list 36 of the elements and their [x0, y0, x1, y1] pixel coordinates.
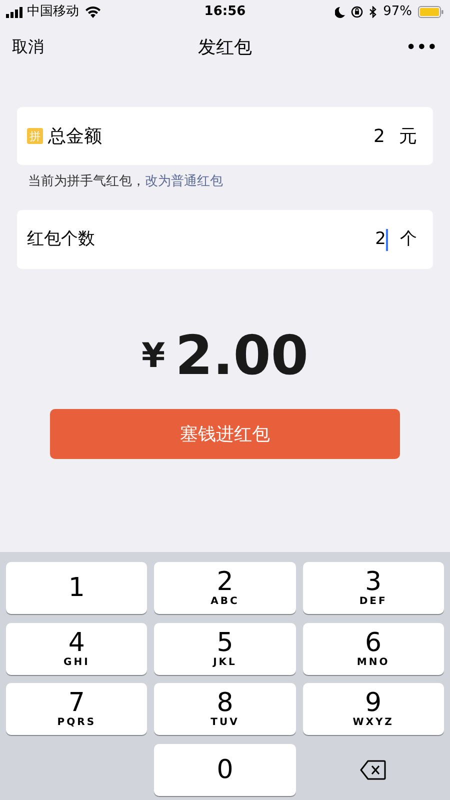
number-key[interactable]: 7 PQRS	[6, 683, 148, 735]
amount-value: 2	[374, 124, 385, 148]
more-button[interactable]: •••	[406, 36, 438, 58]
bluetooth-icon	[369, 6, 378, 18]
rotation-lock-icon	[351, 6, 364, 18]
lucky-badge: 拼	[27, 128, 43, 144]
number-key[interactable]: 3 DEF	[302, 562, 444, 614]
page-title: 发红包	[198, 36, 252, 60]
count-unit: 个	[400, 228, 417, 251]
count-label: 红包个数	[27, 228, 95, 251]
number-key[interactable]: 0	[154, 744, 296, 796]
number-key[interactable]: 5 JKL	[154, 622, 296, 674]
total-amount: 2.00	[175, 329, 308, 383]
count-field[interactable]: 红包个数 2 个	[17, 210, 433, 269]
number-key[interactable]: 8 TUV	[154, 683, 296, 735]
number-key[interactable]: 1	[6, 562, 148, 614]
carrier-name: 中国移动	[27, 3, 79, 22]
signal-icon	[6, 6, 24, 18]
battery-percent: 97%	[383, 3, 412, 22]
amount-unit: 元	[399, 124, 417, 148]
hint-text: 当前为拼手气红包，	[28, 173, 145, 192]
number-key[interactable]: 4 GHI	[6, 622, 148, 674]
number-key[interactable]: 9 WXYZ	[302, 683, 444, 735]
wifi-icon	[85, 6, 101, 18]
number-key[interactable]: 6 MNO	[302, 622, 444, 674]
battery-icon	[418, 6, 444, 18]
count-value: 2	[375, 228, 386, 251]
switch-link[interactable]: 改为普通红包	[145, 172, 223, 192]
amount-field[interactable]: 拼 总金额 2 元	[17, 107, 433, 165]
currency-sign: ¥	[142, 334, 166, 378]
number-key[interactable]: 2 ABC	[154, 562, 296, 614]
amount-label: 总金额	[48, 124, 102, 148]
backspace-icon	[360, 760, 386, 780]
cancel-button[interactable]: 取消	[12, 35, 44, 59]
moon-icon	[335, 6, 346, 18]
clock-time: 16:56	[204, 3, 246, 22]
